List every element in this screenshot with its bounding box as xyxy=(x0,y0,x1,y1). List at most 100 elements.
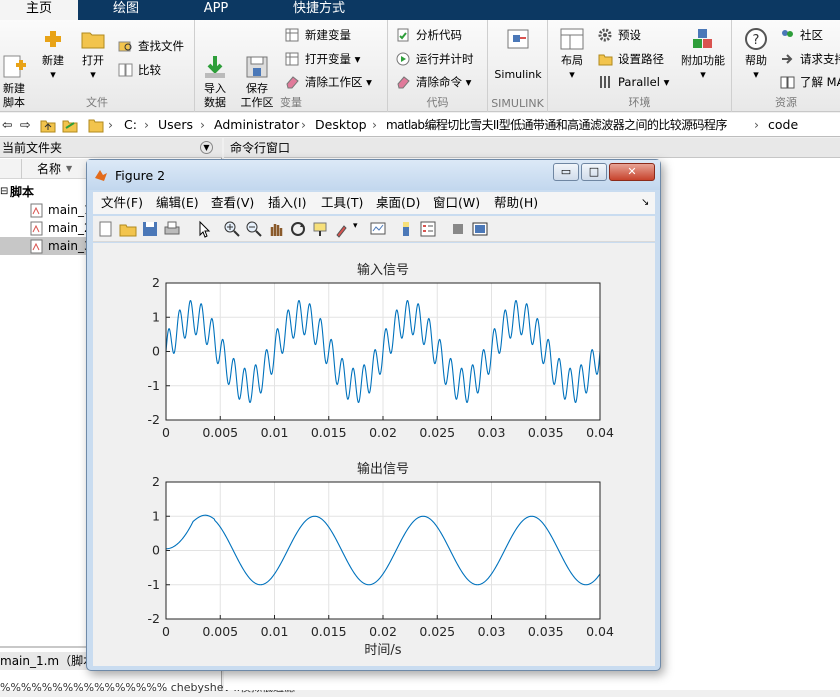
breadcrumb-item[interactable]: code xyxy=(768,113,798,137)
parallel-button[interactable]: Parallel ▾ xyxy=(598,72,669,92)
tab-plots[interactable]: 绘图 xyxy=(84,0,168,20)
clear-workspace-button[interactable]: 清除工作区 ▾ xyxy=(285,72,372,92)
zoom-out-icon[interactable] xyxy=(245,220,263,238)
open-variable-button[interactable]: 打开变量 ▾ xyxy=(285,49,360,69)
menu-tools[interactable]: 工具(T) xyxy=(321,192,363,214)
open-file-icon[interactable] xyxy=(119,220,137,238)
menu-window[interactable]: 窗口(W) xyxy=(433,192,480,214)
menu-edit[interactable]: 编辑(E) xyxy=(156,192,199,214)
code-group-label: 代码 xyxy=(426,96,449,109)
close-button[interactable]: ✕ xyxy=(609,163,655,181)
colorbar-icon[interactable] xyxy=(397,220,415,238)
chevron-down-icon: ▾ xyxy=(753,68,759,81)
new-button[interactable]: 新建 ▾ xyxy=(33,24,73,82)
minimize-button[interactable]: ▭ xyxy=(553,163,579,181)
breadcrumb-item[interactable]: Users xyxy=(158,113,193,137)
open-variable-icon xyxy=(285,52,299,66)
x-tick-label: 0.03 xyxy=(478,624,506,639)
x-tick-label: 0.01 xyxy=(261,624,289,639)
figure-window[interactable]: Figure 2 ▭ □ ✕ 文件(F) 编辑(E) 查看(V) 插入(I) 工… xyxy=(86,159,661,671)
new-figure-icon[interactable] xyxy=(97,220,115,238)
save-icon[interactable] xyxy=(141,220,159,238)
pan-hand-icon[interactable] xyxy=(267,220,285,238)
gear-icon xyxy=(598,28,612,42)
tab-apps[interactable]: APP xyxy=(174,0,258,20)
dock-icon[interactable]: ↘ xyxy=(641,192,649,214)
rotate-3d-icon[interactable] xyxy=(289,220,307,238)
breadcrumb-item[interactable]: C: xyxy=(124,113,137,137)
breadcrumb-item[interactable]: matlab编程切比雪夫II型低通带通和高通滤波器之间的比较源码程序 xyxy=(386,113,727,137)
community-button[interactable]: 社区 xyxy=(780,25,823,45)
clear-commands-button[interactable]: 清除命令 ▾ xyxy=(396,72,471,92)
show-plot-tools-icon[interactable] xyxy=(471,220,489,238)
forward-icon[interactable]: ⇨ xyxy=(20,113,30,137)
brush-icon[interactable] xyxy=(333,220,351,238)
support-icon xyxy=(782,54,793,64)
analyze-code-button[interactable]: 分析代码 xyxy=(396,25,462,45)
menu-file[interactable]: 文件(F) xyxy=(101,192,143,214)
chevron-down-icon: ▾ xyxy=(366,75,372,89)
open-button[interactable]: 打开 ▾ xyxy=(73,24,113,82)
find-files-button[interactable]: 查找文件 xyxy=(118,36,184,56)
preferences-button[interactable]: 预设 xyxy=(598,25,641,45)
x-tick-label: 0 xyxy=(162,624,170,639)
menu-insert[interactable]: 插入(I) xyxy=(268,192,306,214)
learn-matlab-button[interactable]: 了解 MA xyxy=(780,72,840,92)
run-and-time-button[interactable]: 运行并计时 xyxy=(396,49,474,69)
ribbon-toolstrip: 新建 脚本 新建 ▾ 打开 ▾ 查找文件 比较 文件 导入 数据 保存 工作区 新建… xyxy=(0,20,840,112)
layout-button[interactable]: 布局 ▾ xyxy=(552,24,592,82)
script-file-icon xyxy=(30,239,43,254)
figure-plots: 0 0.005 0.01 0.015 0.02 0.025 0.03 0.035 0.04 2 1 0… xyxy=(148,262,614,658)
help-button[interactable]: ? 帮助 ▾ xyxy=(736,24,776,82)
chevron-down-icon[interactable]: ▾ xyxy=(353,221,358,231)
variable-group: 导入 数据 保存 工作区 新建变量 打开变量 ▾ 清除工作区 ▾ 变量 xyxy=(195,20,388,112)
compare-button[interactable]: 比较 xyxy=(118,60,161,80)
tab-shortcuts[interactable]: 快捷方式 xyxy=(264,0,374,20)
x-tick-label: 0.02 xyxy=(369,624,397,639)
hide-plot-tools-icon[interactable] xyxy=(449,220,467,238)
menu-desktop[interactable]: 桌面(D) xyxy=(376,192,420,214)
addons-button[interactable]: 附加功能 ▾ xyxy=(676,24,730,82)
figure-title-bar[interactable]: Figure 2 ▭ □ ✕ xyxy=(87,160,660,190)
set-path-button[interactable]: 设置路径 xyxy=(598,49,664,69)
request-support-button[interactable]: 请求支持 xyxy=(780,49,840,69)
crumb-separator-icon: › xyxy=(144,117,149,132)
y-tick-label: -1 xyxy=(148,378,160,393)
crumb-separator-icon: › xyxy=(200,117,205,132)
y-tick-label: 1 xyxy=(152,508,160,523)
breadcrumb-item[interactable]: Administrator xyxy=(214,113,299,137)
layout-icon xyxy=(560,28,584,50)
x-tick-label: 0.04 xyxy=(586,624,614,639)
legend-icon[interactable] xyxy=(419,220,437,238)
figure-canvas[interactable]: 0 0.005 0.01 0.015 0.02 0.025 0.03 0.035 0.04 2 1 0… xyxy=(93,243,655,666)
simulink-button[interactable]: Simulink xyxy=(490,24,546,82)
link-plot-icon[interactable] xyxy=(369,220,387,238)
breadcrumb-item[interactable]: Desktop xyxy=(315,113,367,137)
simulink-group-label: SIMULINK xyxy=(491,97,544,110)
tab-home[interactable]: 主页 xyxy=(0,0,78,20)
sort-icon[interactable]: ▼ xyxy=(66,159,72,179)
import-icon xyxy=(205,56,225,78)
zoom-in-icon[interactable] xyxy=(223,220,241,238)
svg-text:?: ? xyxy=(753,33,760,48)
print-icon[interactable] xyxy=(163,220,181,238)
data-cursor-icon[interactable] xyxy=(311,220,329,238)
new-variable-button[interactable]: 新建变量 xyxy=(285,25,351,45)
select-pointer-icon[interactable] xyxy=(195,220,213,238)
back-icon[interactable]: ⇦ xyxy=(2,113,12,137)
folder-icon xyxy=(81,32,105,49)
collapse-icon[interactable]: ⊟ xyxy=(0,183,8,201)
maximize-button[interactable]: □ xyxy=(581,163,607,181)
root-folder-icon xyxy=(88,119,104,133)
plus-icon xyxy=(45,31,61,47)
menu-view[interactable]: 查看(V) xyxy=(211,192,254,214)
column-name[interactable]: 名称 xyxy=(37,159,61,179)
panel-actions-icon[interactable]: ▼ xyxy=(200,141,213,154)
menu-help[interactable]: 帮助(H) xyxy=(494,192,538,214)
x-tick-label: 0.015 xyxy=(311,425,347,440)
browse-folder-icon[interactable] xyxy=(62,117,78,133)
community-icon xyxy=(782,30,793,37)
crumb-separator-icon: › xyxy=(754,117,759,132)
up-folder-icon[interactable] xyxy=(40,117,56,133)
code-group: 分析代码 运行并计时 清除命令 ▾ 代码 xyxy=(388,20,488,112)
